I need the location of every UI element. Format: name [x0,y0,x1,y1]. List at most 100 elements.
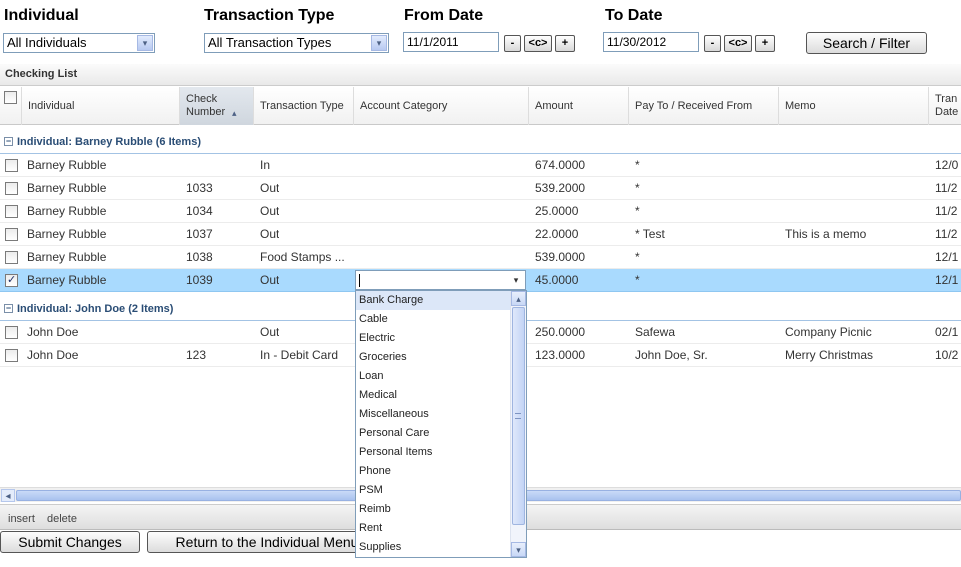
cell-transaction-type: Out [260,204,280,218]
option-bank-charge[interactable]: Bank Charge [356,291,511,310]
row-checkbox[interactable] [5,326,18,339]
from-date-plus-button[interactable]: + [555,35,575,52]
option-groceries[interactable]: Groceries [356,348,511,367]
cell-memo: Merry Christmas [785,348,874,362]
column-header-check-number[interactable]: Check Number ▴ [180,87,254,125]
to-date-center-button[interactable]: <c> [724,35,752,52]
account-category-options[interactable]: Bank Charge Cable Electric Groceries Loa… [355,290,527,558]
cell-tran-date: 10/2 [935,348,959,362]
cell-amount: 674.0000 [535,158,586,172]
select-all-checkbox[interactable] [4,91,17,104]
transaction-type-select[interactable]: All Transaction Types ▾ [204,33,389,53]
cell-amount: 539.2000 [535,181,586,195]
search-filter-button[interactable]: Search / Filter [806,32,927,54]
cell-pay-to: * Test [635,227,665,241]
from-date-minus-button[interactable]: - [504,35,521,52]
row-checkbox[interactable] [5,273,18,287]
cell-tran-date: 02/1 [935,325,959,339]
table-row[interactable]: Barney Rubble 1037 Out 22.0000 * Test Th… [0,223,961,246]
group-header-barney-rubble[interactable]: − Individual: Barney Rubble (6 Items) [0,130,961,154]
row-checkbox[interactable] [5,251,18,264]
cell-transaction-type: In - Debit Card [260,348,339,362]
cell-transaction-type: Out [260,325,280,339]
table-row[interactable]: Barney Rubble 1034 Out 25.0000 * 11/2 [0,200,961,223]
option-rent[interactable]: Rent [356,519,511,538]
cell-pay-to: * [635,158,640,172]
column-header-check-number-label: Check Number [186,93,226,118]
to-date-plus-button[interactable]: + [755,35,775,52]
group-title: Individual: Barney Rubble (6 Items) [17,136,201,148]
option-supplies[interactable]: Supplies [356,538,511,557]
return-to-menu-button[interactable]: Return to the Individual Menu [147,531,387,553]
insert-link[interactable]: insert [8,513,35,525]
table-row[interactable]: Barney Rubble In 674.0000 * 12/0 [0,154,961,177]
cell-tran-date: 12/1 [935,250,959,264]
chevron-down-icon[interactable]: ▾ [371,35,387,51]
cell-individual: John Doe [27,325,79,339]
option-personal-care[interactable]: Personal Care [356,424,511,443]
column-header-tran-date[interactable]: Tran Date [929,87,961,125]
table-row[interactable]: Barney Rubble 1038 Food Stamps ... 539.0… [0,246,961,269]
cell-amount: 45.0000 [535,273,579,287]
row-checkbox[interactable] [5,182,18,195]
cell-tran-date: 12/1 [935,273,959,287]
row-checkbox[interactable] [5,228,18,241]
column-header-transaction-type[interactable]: Transaction Type [254,87,354,125]
chevron-down-icon[interactable]: ▾ [508,272,524,288]
option-cable[interactable]: Cable [356,310,511,329]
sort-ascending-icon: ▴ [232,108,237,118]
dropdown-scrollbar[interactable]: ▴ ▾ [510,291,526,557]
scroll-down-icon[interactable]: ▾ [511,542,526,557]
row-checkbox[interactable] [5,349,18,362]
cell-pay-to: * [635,250,640,264]
option-phone[interactable]: Phone [356,462,511,481]
option-electric[interactable]: Electric [356,329,511,348]
scroll-left-icon[interactable]: ◂ [1,489,15,502]
cell-check-number: 1039 [186,273,213,287]
cell-check-number: 1037 [186,227,213,241]
cell-memo: This is a memo [785,227,867,241]
cell-transaction-type: Out [260,181,280,195]
table-row[interactable]: Barney Rubble 1033 Out 539.2000 * 11/2 [0,177,961,200]
column-header-amount[interactable]: Amount [529,87,629,125]
individual-select[interactable]: All Individuals ▾ [3,33,155,53]
cell-individual: Barney Rubble [27,158,107,172]
cell-transaction-type: Out [260,273,280,287]
cell-amount: 123.0000 [535,348,586,362]
collapse-icon[interactable]: − [4,304,13,313]
cell-pay-to: * [635,273,640,287]
delete-link[interactable]: delete [47,513,77,525]
column-header-pay-to[interactable]: Pay To / Received From [629,87,779,125]
column-header-memo[interactable]: Memo [779,87,929,125]
collapse-icon[interactable]: − [4,137,13,146]
cell-check-number: 123 [186,348,207,362]
row-checkbox[interactable] [5,159,18,172]
to-date-minus-button[interactable]: - [704,35,721,52]
column-header-account-category[interactable]: Account Category [354,87,529,125]
grid-header: Individual Check Number ▴ Transaction Ty… [0,87,961,125]
option-personal-items[interactable]: Personal Items [356,443,511,462]
option-loan[interactable]: Loan [356,367,511,386]
to-date-input[interactable]: 11/30/2012 [603,32,699,52]
cell-individual: Barney Rubble [27,227,107,241]
option-miscellaneous[interactable]: Miscellaneous [356,405,511,424]
cell-pay-to: * [635,204,640,218]
transaction-type-select-value: All Transaction Types [208,35,332,50]
cell-individual: Barney Rubble [27,250,107,264]
scroll-up-icon[interactable]: ▴ [511,291,526,306]
cell-memo: Company Picnic [785,325,872,339]
column-header-individual[interactable]: Individual [22,87,180,125]
option-psm[interactable]: PSM [356,481,511,500]
cell-amount: 25.0000 [535,204,579,218]
from-date-input[interactable]: 11/1/2011 [403,32,499,52]
account-category-combo[interactable]: ▾ [355,270,526,290]
cell-tran-date: 12/0 [935,158,959,172]
submit-changes-button[interactable]: Submit Changes [0,531,140,553]
from-date-center-button[interactable]: <c> [524,35,552,52]
option-medical[interactable]: Medical [356,386,511,405]
select-all-cell [0,87,22,125]
chevron-down-icon[interactable]: ▾ [137,35,153,51]
scroll-grip-icon [515,413,521,419]
row-checkbox[interactable] [5,205,18,218]
option-reimb[interactable]: Reimb [356,500,511,519]
